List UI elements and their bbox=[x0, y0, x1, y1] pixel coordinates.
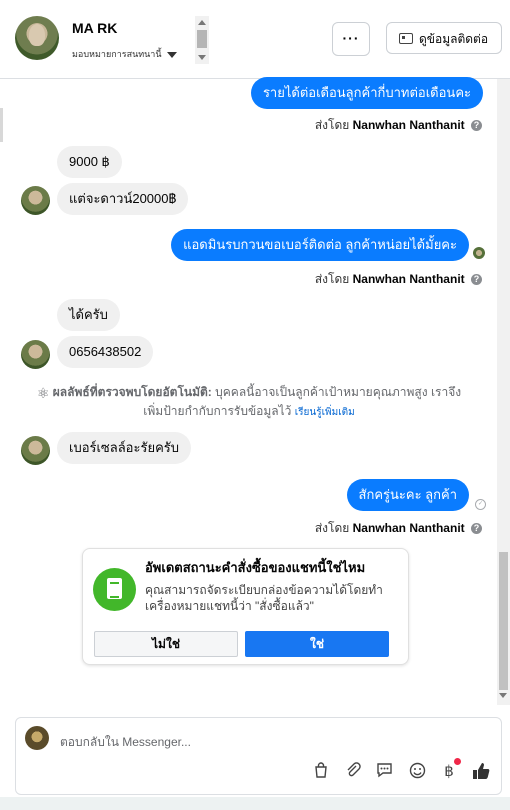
incoming-message[interactable]: 0656438502 bbox=[57, 336, 154, 368]
bottom-strip bbox=[0, 797, 510, 810]
thread-scroll-thumb[interactable] bbox=[499, 552, 508, 690]
outgoing-message[interactable]: สักครู่นะคะ ลูกค้า bbox=[346, 479, 469, 511]
contact-avatar-small[interactable] bbox=[21, 340, 50, 369]
contact-name[interactable]: MA RK bbox=[72, 20, 117, 36]
more-options-button[interactable]: ··· bbox=[332, 22, 370, 56]
assign-label: มอบหมายการสนทนานี้ bbox=[72, 49, 162, 59]
order-icon bbox=[93, 568, 136, 611]
auto-detect-notice: ⚛ ผลลัพธ์ที่ตรวจพบโดยอัตโนมัติ: บุคคลนี้… bbox=[24, 383, 474, 422]
attach-icon[interactable] bbox=[343, 762, 363, 782]
like-icon[interactable] bbox=[471, 761, 491, 781]
scroll-down-icon[interactable] bbox=[499, 693, 507, 698]
contact-avatar-small[interactable] bbox=[21, 186, 50, 215]
incoming-message[interactable]: เบอร์เซลล์อะรัยครับ bbox=[57, 432, 192, 464]
info-icon[interactable]: ? bbox=[471, 523, 482, 535]
contact-avatar[interactable] bbox=[15, 16, 59, 60]
page-avatar bbox=[25, 726, 49, 750]
info-icon[interactable]: ? bbox=[471, 274, 482, 286]
caret-down-icon bbox=[166, 51, 177, 58]
learn-more-link[interactable]: เรียนรู้เพิ่มเติม bbox=[295, 407, 355, 418]
emoji-icon[interactable] bbox=[407, 762, 427, 782]
info-icon[interactable]: ? bbox=[471, 120, 482, 132]
baht-icon[interactable]: ฿ bbox=[439, 762, 459, 782]
view-contact-label: ดูข้อมูลติดต่อ bbox=[419, 32, 489, 46]
incoming-message[interactable]: แต่จะดาวน์20000฿ bbox=[57, 183, 189, 215]
auto-detect-text-2: เพิ่มป้ายกำกับการรับข้อมูลไว้ bbox=[143, 403, 292, 418]
outgoing-message[interactable]: รายได้ต่อเดือนลูกค้ากี่บาทต่อเดือนคะ bbox=[250, 77, 483, 109]
auto-detect-title: ผลลัพธ์ที่ตรวจพบโดยอัตโนมัติ: bbox=[52, 385, 212, 399]
incoming-message[interactable]: ได้ครับ bbox=[57, 299, 120, 331]
assign-dropdown[interactable]: มอบหมายการสนทนานี้ bbox=[72, 47, 177, 61]
incoming-message[interactable]: 9000 ฿ bbox=[57, 146, 122, 178]
notification-dot bbox=[454, 758, 461, 765]
outgoing-message[interactable]: แอดมินรบกวนขอเบอร์ติดต่อ ลูกค้าหน่อยได้ม… bbox=[171, 229, 469, 261]
scroll-thumb[interactable] bbox=[197, 30, 207, 48]
atom-icon: ⚛ bbox=[36, 384, 50, 401]
order-card-description: คุณสามารถจัดระเบียบกล่องข้อความได้โดยทำเ… bbox=[145, 583, 383, 613]
contact-avatar-small[interactable] bbox=[21, 436, 50, 465]
bag-icon[interactable] bbox=[311, 762, 331, 782]
contact-card-icon bbox=[399, 33, 413, 44]
auto-detect-text: บุคคลนี้อาจเป็นลูกค้าเป้าหมายคุณภาพสูง เ… bbox=[215, 385, 462, 399]
sent-by-label: ส่งโดย Nanwhan Nanthanit ? bbox=[315, 116, 482, 135]
saved-reply-icon[interactable] bbox=[374, 762, 394, 782]
scroll-up-icon[interactable] bbox=[198, 20, 206, 25]
sent-check-icon: ✓ bbox=[475, 499, 486, 510]
conversation-header: MA RK มอบหมายการสนทนานี้ ··· ดูข้อมูลติด… bbox=[0, 0, 510, 79]
sent-by-label: ส่งโดย Nanwhan Nanthanit ? bbox=[315, 270, 482, 289]
reply-input[interactable]: ตอบกลับใน Messenger... bbox=[60, 733, 191, 752]
yes-button[interactable]: ใช่ bbox=[245, 631, 389, 657]
order-status-card: อัพเดตสถานะคำสั่งซื้อของแชทนี้ใช่ไหม คุณ… bbox=[82, 548, 409, 665]
no-button[interactable]: ไม่ใช่ bbox=[94, 631, 238, 657]
side-indicator bbox=[0, 108, 3, 142]
header-scrollbar[interactable] bbox=[195, 16, 209, 64]
sent-by-label: ส่งโดย Nanwhan Nanthanit ? bbox=[315, 519, 482, 538]
seen-avatar bbox=[473, 247, 485, 259]
reply-composer: ตอบกลับใน Messenger... ฿ bbox=[15, 717, 502, 795]
view-contact-button[interactable]: ดูข้อมูลติดต่อ bbox=[386, 22, 502, 54]
order-card-title: อัพเดตสถานะคำสั่งซื้อของแชทนี้ใช่ไหม bbox=[145, 560, 366, 575]
scroll-down-icon[interactable] bbox=[198, 55, 206, 60]
thread-scrollbar[interactable] bbox=[497, 79, 510, 705]
